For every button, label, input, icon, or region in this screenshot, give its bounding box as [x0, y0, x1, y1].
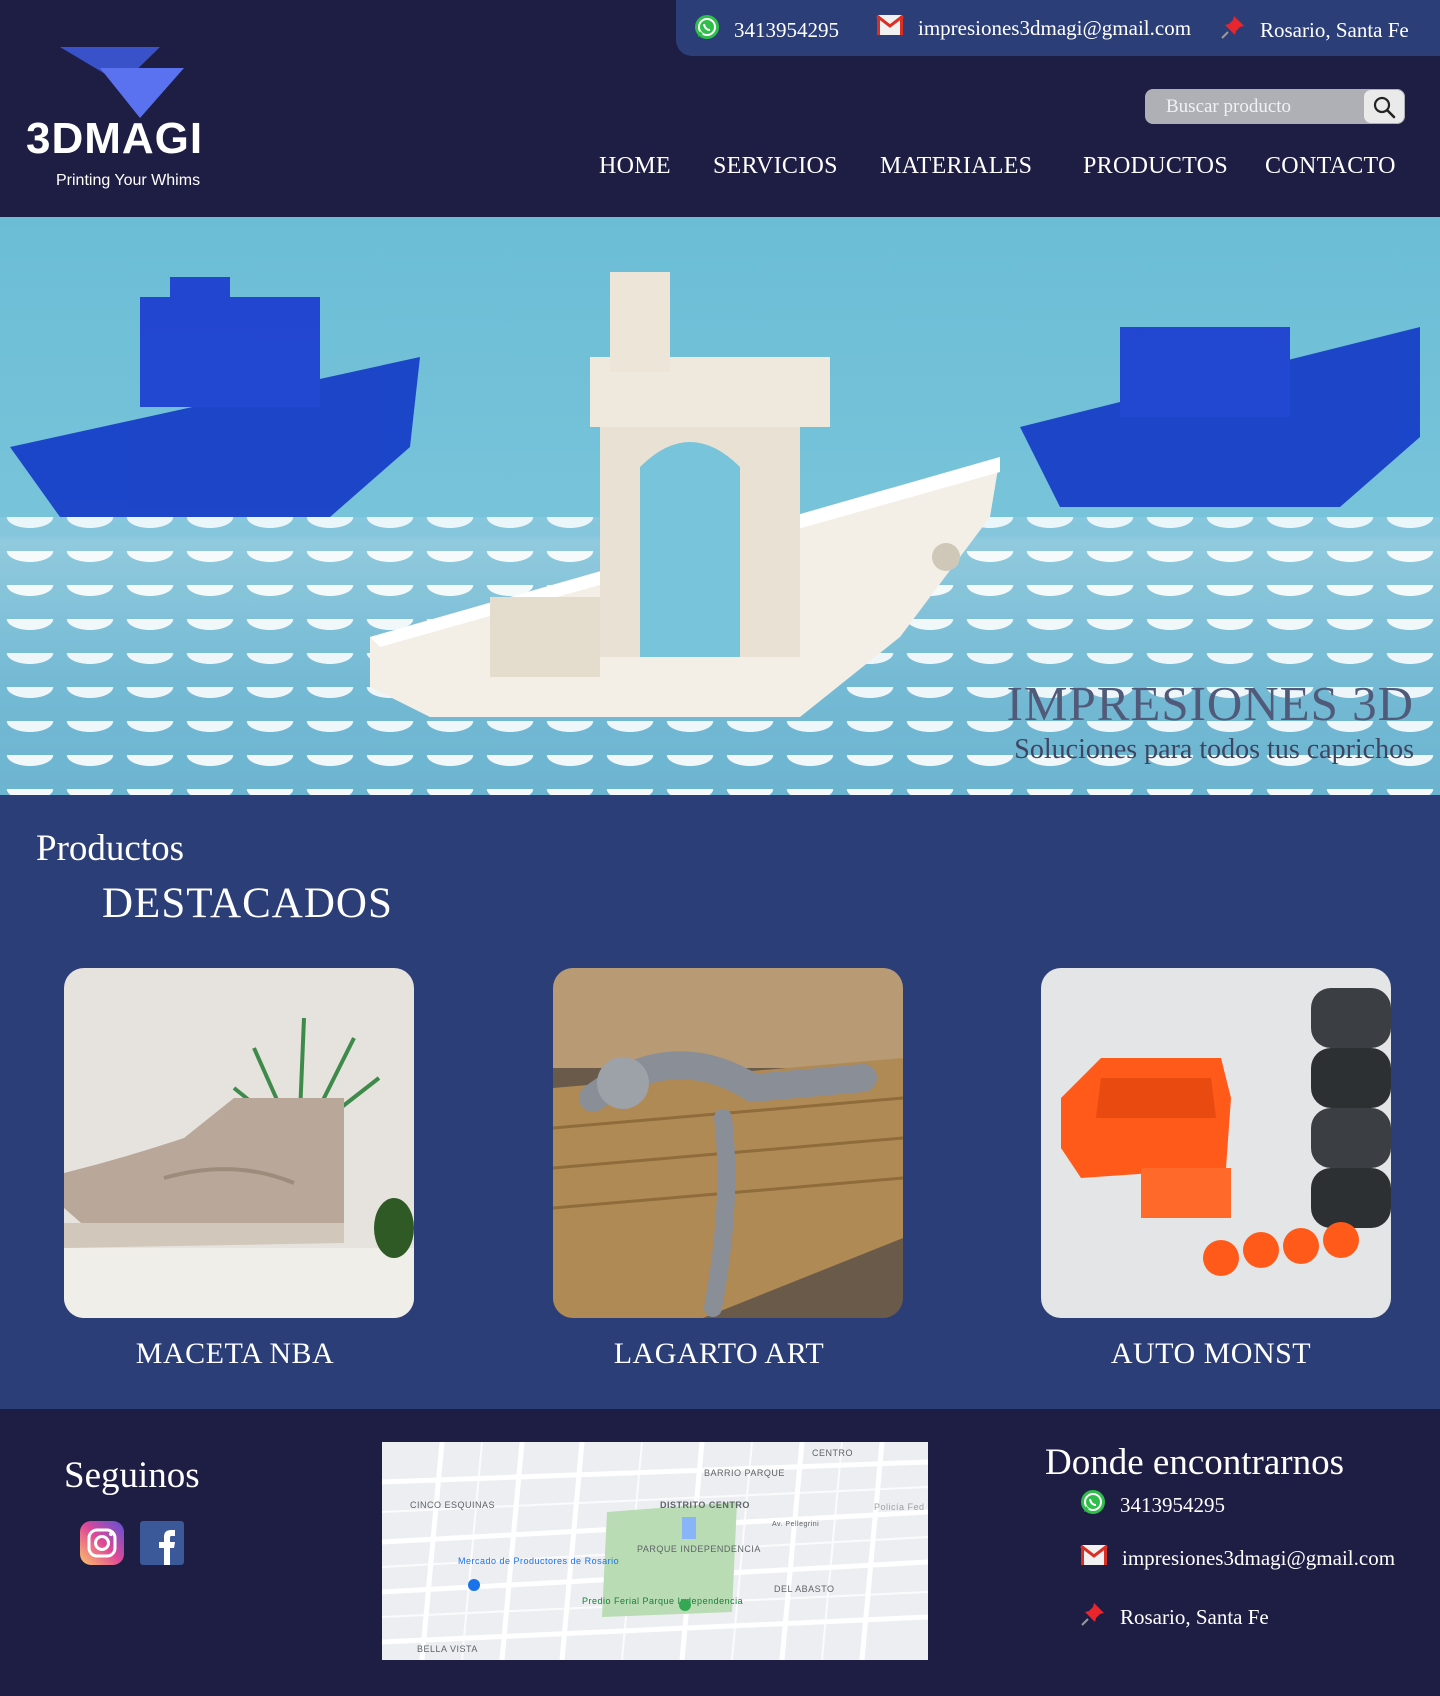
gmail-icon	[876, 14, 904, 42]
footer-location-text: Rosario, Santa Fe	[1120, 1604, 1269, 1629]
search-button[interactable]	[1363, 89, 1405, 124]
map-park-pin-icon	[679, 1599, 691, 1611]
product-label-lagarto[interactable]: LAGARTO ART	[544, 1337, 894, 1371]
gmail-icon	[1080, 1544, 1108, 1572]
footer-location: Rosario, Santa Fe	[1080, 1601, 1269, 1633]
whatsapp-icon	[1080, 1489, 1106, 1521]
product-image-lagarto	[553, 968, 903, 1318]
contact-location: Rosario, Santa Fe	[1220, 14, 1409, 46]
map-label-centro: CENTRO	[812, 1448, 853, 1458]
find-us-title: Donde encontrarnos	[1045, 1442, 1344, 1483]
nav-contacto[interactable]: CONTACTO	[1265, 153, 1396, 180]
product-image-maceta	[64, 968, 414, 1318]
contact-phone-text: 3413954295	[734, 17, 839, 42]
location-map[interactable]: CENTRO BARRIO PARQUE CINCO ESQUINAS DIST…	[382, 1442, 928, 1660]
contact-email-text: impresiones3dmagi@gmail.com	[918, 15, 1192, 40]
footer-phone[interactable]: 3413954295	[1080, 1489, 1225, 1521]
products-subtitle: DESTACADOS	[102, 880, 393, 927]
map-label-mercado: Mercado de Productores de Rosario	[458, 1556, 619, 1566]
contact-bar: 3413954295 impresiones3dmagi@gmail.com R…	[676, 0, 1440, 56]
map-label-abasto: DEL ABASTO	[774, 1584, 835, 1594]
nav-servicios[interactable]: SERVICIOS	[713, 153, 838, 180]
nav-home[interactable]: HOME	[599, 153, 671, 180]
featured-products: Productos DESTACADOS MACETA NBA LAGARTO …	[0, 795, 1440, 1409]
search-bar	[1145, 89, 1405, 124]
map-label-distrito-centro: DISTRITO CENTRO	[660, 1500, 750, 1510]
hero-subtitle: Soluciones para todos tus caprichos	[1014, 734, 1414, 765]
product-label-auto[interactable]: AUTO MONST	[1036, 1337, 1386, 1371]
product-card-maceta[interactable]	[64, 968, 414, 1318]
map-image: CENTRO BARRIO PARQUE CINCO ESQUINAS DIST…	[382, 1442, 928, 1660]
nav-productos[interactable]: PRODUCTOS	[1083, 153, 1228, 180]
instagram-icon	[80, 1521, 124, 1565]
map-label-cinco-esquinas: CINCO ESQUINAS	[410, 1500, 495, 1510]
search-icon	[1373, 96, 1396, 118]
map-label-predio: Predio Ferial Parque Independencia	[582, 1596, 743, 1606]
nav-materiales[interactable]: MATERIALES	[880, 153, 1032, 180]
contact-location-text: Rosario, Santa Fe	[1260, 17, 1409, 42]
map-pin-icon	[468, 1579, 480, 1591]
map-label-parque-independencia: PARQUE INDEPENDENCIA	[637, 1544, 761, 1554]
product-card-lagarto[interactable]	[553, 968, 903, 1318]
whatsapp-icon	[694, 14, 720, 46]
products-title: Productos	[36, 828, 184, 869]
product-label-maceta[interactable]: MACETA NBA	[60, 1337, 410, 1371]
search-input[interactable]	[1145, 89, 1363, 124]
footer-email-text: impresiones3dmagi@gmail.com	[1122, 1545, 1396, 1570]
map-label-bella-vista: BELLA VISTA	[417, 1644, 478, 1654]
instagram-link[interactable]	[80, 1521, 124, 1565]
product-image-auto	[1041, 968, 1391, 1318]
site-footer: Seguinos CENTRO BARRIO PARQUE CINCO ESQU…	[0, 1409, 1440, 1696]
footer-email[interactable]: impresiones3dmagi@gmail.com	[1080, 1544, 1395, 1572]
contact-email[interactable]: impresiones3dmagi@gmail.com	[876, 14, 1191, 42]
pushpin-icon	[1080, 1601, 1106, 1633]
pushpin-icon	[1220, 14, 1246, 46]
hero-title: IMPRESIONES 3D	[1006, 676, 1414, 731]
follow-title: Seguinos	[64, 1455, 200, 1496]
map-label-policia: Policía Fed	[874, 1502, 925, 1512]
hero-banner: IMPRESIONES 3D Soluciones para todos tus…	[0, 217, 1440, 795]
map-label-barrio-parque: BARRIO PARQUE	[704, 1468, 785, 1478]
logo-mark	[60, 47, 184, 118]
map-label-pellegrini: Av. Pellegrini	[772, 1521, 819, 1528]
site-header: 3413954295 impresiones3dmagi@gmail.com R…	[0, 0, 1440, 217]
facebook-link[interactable]	[140, 1521, 184, 1565]
contact-phone[interactable]: 3413954295	[694, 14, 839, 46]
facebook-icon	[140, 1521, 184, 1565]
footer-phone-text: 3413954295	[1120, 1492, 1225, 1517]
main-nav: HOME SERVICIOS MATERIALES PRODUCTOS CONT…	[0, 153, 1440, 187]
product-card-auto[interactable]	[1041, 968, 1391, 1318]
